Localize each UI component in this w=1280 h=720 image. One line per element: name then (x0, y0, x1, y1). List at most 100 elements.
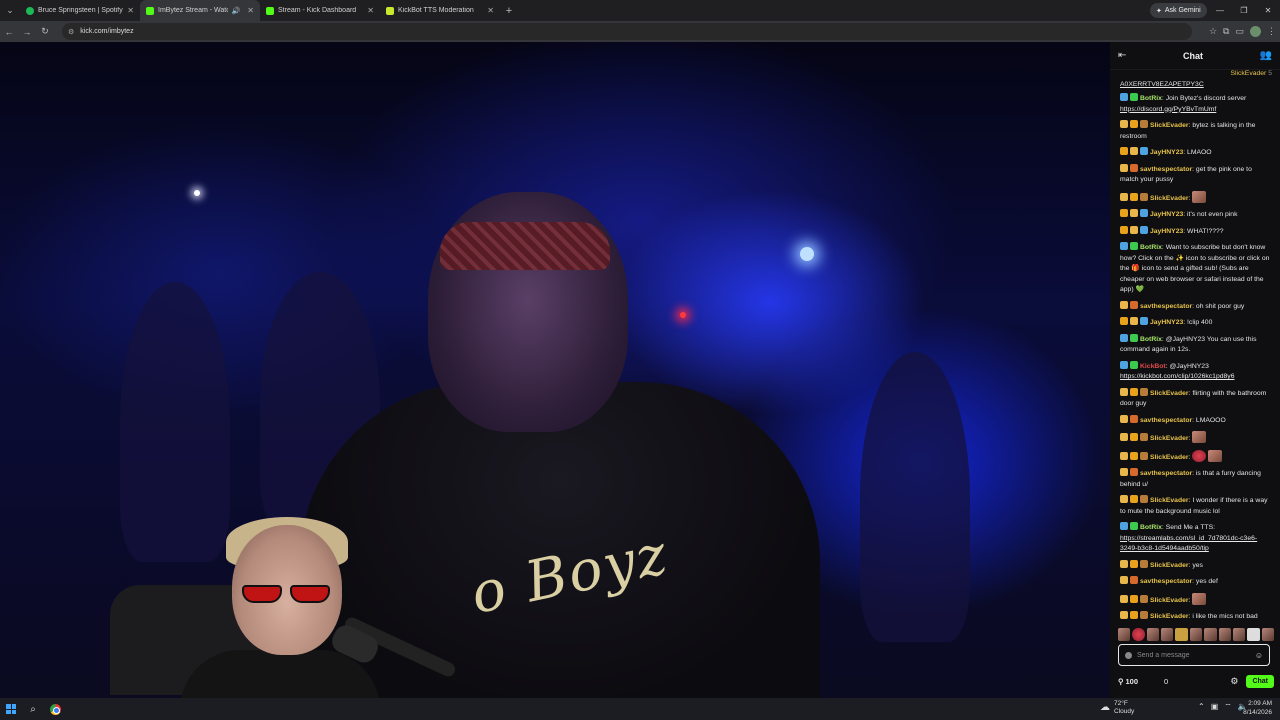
chat-username[interactable]: BotRix (1140, 336, 1162, 343)
chat-username[interactable]: savthespectator (1140, 417, 1192, 424)
emote-icon[interactable] (1247, 628, 1260, 641)
chat-username[interactable]: savthespectator (1140, 470, 1192, 477)
chat-settings-icon[interactable]: ⚙ (1230, 676, 1238, 687)
chat-message: savthespectator: oh shit poor guy (1120, 300, 1272, 313)
chat-message-text: Want to subscribe but don't know how? Cl… (1120, 244, 1270, 293)
cast-icon[interactable]: ▭ (1235, 26, 1244, 37)
chat-message-input[interactable] (1137, 651, 1250, 659)
minimize-icon[interactable]: — (1208, 0, 1232, 21)
weather-widget[interactable]: ☁ 72°F Cloudy (1100, 700, 1134, 716)
bookmark-star-icon[interactable]: ☆ (1209, 26, 1217, 37)
profile-avatar[interactable] (1250, 26, 1261, 37)
network-icon[interactable]: ⌔ (1224, 702, 1232, 712)
reload-icon[interactable]: ↻ (36, 26, 54, 37)
close-icon[interactable]: ✕ (247, 6, 254, 15)
chat-username[interactable]: SlickEvader (1150, 195, 1189, 202)
chat-input-box[interactable]: ☺ (1118, 644, 1270, 666)
chat-username[interactable]: SlickEvader (1150, 497, 1189, 504)
close-icon[interactable]: ✕ (367, 6, 374, 15)
chat-username[interactable]: JayHNY23 (1150, 149, 1183, 156)
back-icon[interactable]: ← (0, 27, 18, 37)
chat-link[interactable]: https://discord.gg/PyYBvTmUmf (1120, 106, 1216, 113)
site-info-icon[interactable]: ⚙ (68, 28, 74, 36)
search-icon[interactable]: ⌕ (22, 698, 44, 720)
tab-search-icon[interactable]: ⌄ (0, 0, 20, 21)
chat-identity-icon[interactable] (1125, 651, 1132, 659)
start-button[interactable] (0, 698, 22, 720)
chat-username[interactable]: SlickEvader (1150, 122, 1189, 129)
moderator-badge-icon (1140, 209, 1148, 217)
verified-badge-icon (1130, 360, 1138, 369)
tray-app-icon[interactable]: ▣ (1211, 702, 1219, 712)
chat-username[interactable]: KickBot (1140, 363, 1166, 370)
chat-username[interactable]: SlickEvader (1230, 70, 1266, 77)
emote-picker-icon[interactable]: ☺ (1255, 651, 1263, 660)
chat-username[interactable]: SlickEvader (1150, 435, 1189, 442)
system-clock[interactable]: 2:09 AM 8/14/2026 (1243, 700, 1272, 717)
chat-username[interactable]: SlickEvader (1150, 562, 1189, 569)
chat-message-text: i like the mics not bad (1192, 613, 1258, 620)
emote-icon (1192, 431, 1207, 443)
collapse-chat-icon[interactable]: ⇤ (1118, 50, 1126, 61)
tray-chevron-icon[interactable]: ⌃ (1198, 702, 1205, 712)
subscriber-badge-icon (1130, 317, 1138, 325)
chat-message-text: LMAOO (1187, 149, 1212, 156)
chrome-taskbar-button[interactable] (44, 698, 66, 720)
weather-temp: 72°F (1114, 700, 1128, 707)
forward-icon[interactable]: → (18, 27, 36, 37)
close-icon[interactable]: ✕ (127, 6, 134, 15)
emote-icon[interactable] (1175, 628, 1188, 641)
chat-send-button[interactable]: Chat (1246, 674, 1274, 688)
tab-kickbot[interactable]: KickBot TTS Moderation ✕ (380, 0, 500, 21)
emote-icon[interactable] (1204, 628, 1217, 641)
chat-username[interactable]: BotRix (1140, 524, 1162, 531)
chat-username[interactable]: JayHNY23 (1150, 319, 1183, 326)
verified-badge-icon (1130, 333, 1138, 342)
chat-message: SlickEvader: i like the mics not bad (1120, 611, 1272, 623)
tab-kick-stream[interactable]: ImBytez Stream - Watch Li 🔊 ✕ (140, 0, 260, 21)
emote-icon[interactable] (1118, 628, 1131, 641)
secondary-count: 0 (1164, 676, 1169, 686)
emote-icon[interactable] (1146, 628, 1160, 641)
chat-username[interactable]: savthespectator (1140, 578, 1192, 585)
chrome-icon (49, 703, 61, 715)
emote-icon[interactable] (1161, 628, 1174, 641)
chat-link[interactable]: https://streamlabs.com/sl_id_7d7801dc-c3… (1120, 535, 1257, 553)
points-icon: ⚲ (1118, 676, 1124, 686)
channel-points[interactable]: ⚲ 100 (1118, 677, 1138, 686)
ask-gemini-button[interactable]: ✦ Ask Gemini (1150, 3, 1207, 18)
subscriber-badge-icon (1120, 594, 1128, 603)
new-tab-button[interactable]: + (500, 5, 518, 17)
emote-icon[interactable] (1218, 628, 1231, 641)
chat-message: BotRix: Join Bytez's discord server https… (1120, 93, 1247, 113)
address-bar[interactable]: ⚙ kick.com/imbytez (62, 23, 1192, 40)
browser-toolbar: ← → ↻ ⚙ kick.com/imbytez ☆ ⧉ ▭ ⋮ (0, 21, 1280, 42)
extensions-icon[interactable]: ⧉ (1223, 26, 1229, 37)
chat-users-icon[interactable]: 👥 (1260, 50, 1272, 61)
chat-message: JayHNY23: WHAT!???? (1120, 225, 1272, 238)
emote-icon[interactable] (1261, 628, 1274, 641)
tab-kick-dashboard[interactable]: Stream - Kick Dashboard ✕ (260, 0, 380, 21)
menu-dots-icon[interactable]: ⋮ (1267, 26, 1276, 37)
chat-username[interactable]: savthespectator (1140, 303, 1192, 310)
chat-username[interactable]: savthespectator (1140, 166, 1192, 173)
close-icon[interactable]: ✕ (487, 6, 494, 15)
chat-username[interactable]: SlickEvader (1150, 454, 1189, 461)
emote-icon[interactable] (1132, 628, 1145, 641)
stage-light (800, 247, 814, 261)
emote-icon[interactable] (1232, 628, 1246, 641)
close-window-icon[interactable]: ✕ (1256, 0, 1280, 21)
chat-username[interactable]: SlickEvader (1150, 597, 1189, 604)
chat-username[interactable]: BotRix (1140, 244, 1162, 251)
tab-spotify[interactable]: Bruce Springsteen | Spotify ✕ (20, 0, 140, 21)
chat-username[interactable]: JayHNY23 (1150, 211, 1183, 218)
vip-badge-icon (1130, 433, 1138, 441)
chat-username[interactable]: BotRix (1140, 95, 1162, 102)
maximize-icon[interactable]: ❐ (1232, 0, 1256, 21)
chat-link[interactable]: https://kickbot.com/clip/1026kc1pd8y6 (1120, 373, 1234, 380)
chat-username[interactable]: SlickEvader (1150, 390, 1189, 397)
emote-icon[interactable] (1189, 628, 1203, 641)
chat-username[interactable]: JayHNY23 (1150, 228, 1183, 235)
chat-username[interactable]: SlickEvader (1150, 613, 1189, 620)
speaker-icon[interactable]: 🔊 (232, 7, 241, 15)
